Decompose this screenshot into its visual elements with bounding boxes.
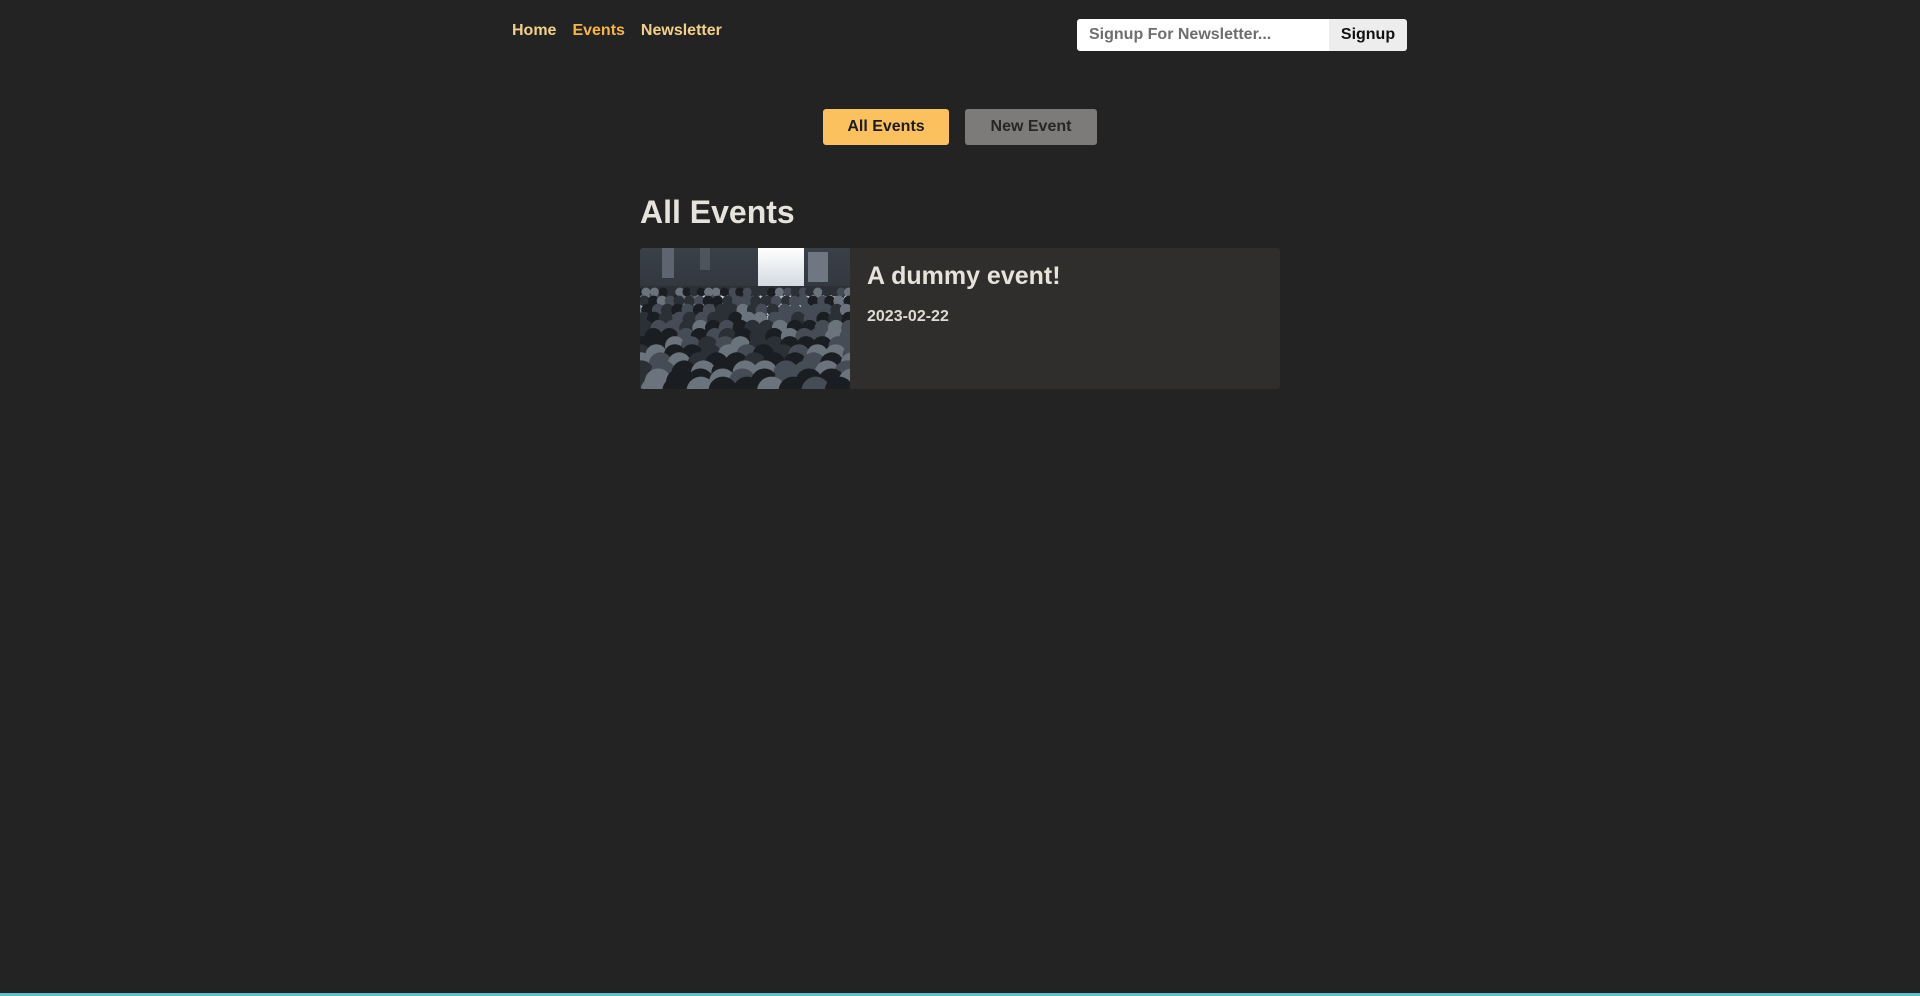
event-card[interactable]: A dummy event! 2023-02-22 (640, 248, 1280, 389)
signup-button[interactable]: Signup (1329, 19, 1407, 51)
all-events-button[interactable]: All Events (823, 109, 949, 145)
event-date: 2023-02-22 (867, 308, 949, 325)
event-title: A dummy event! (867, 262, 1061, 290)
crowd-photo-image (640, 248, 850, 389)
nav-link-home[interactable]: Home (512, 22, 556, 40)
newsletter-signup-form: Signup (1077, 19, 1407, 51)
event-info: A dummy event! 2023-02-22 (850, 248, 1078, 389)
nav-link-newsletter[interactable]: Newsletter (641, 22, 722, 40)
new-event-button[interactable]: New Event (965, 109, 1097, 145)
events-nav: All Events New Event (823, 109, 1097, 145)
nav-link-events[interactable]: Events (572, 22, 624, 40)
newsletter-email-input[interactable] (1077, 19, 1329, 51)
main-nav: Home Events Newsletter (512, 22, 722, 40)
event-list: A dummy event! 2023-02-22 (640, 248, 1280, 389)
page-title: All Events (640, 194, 795, 230)
